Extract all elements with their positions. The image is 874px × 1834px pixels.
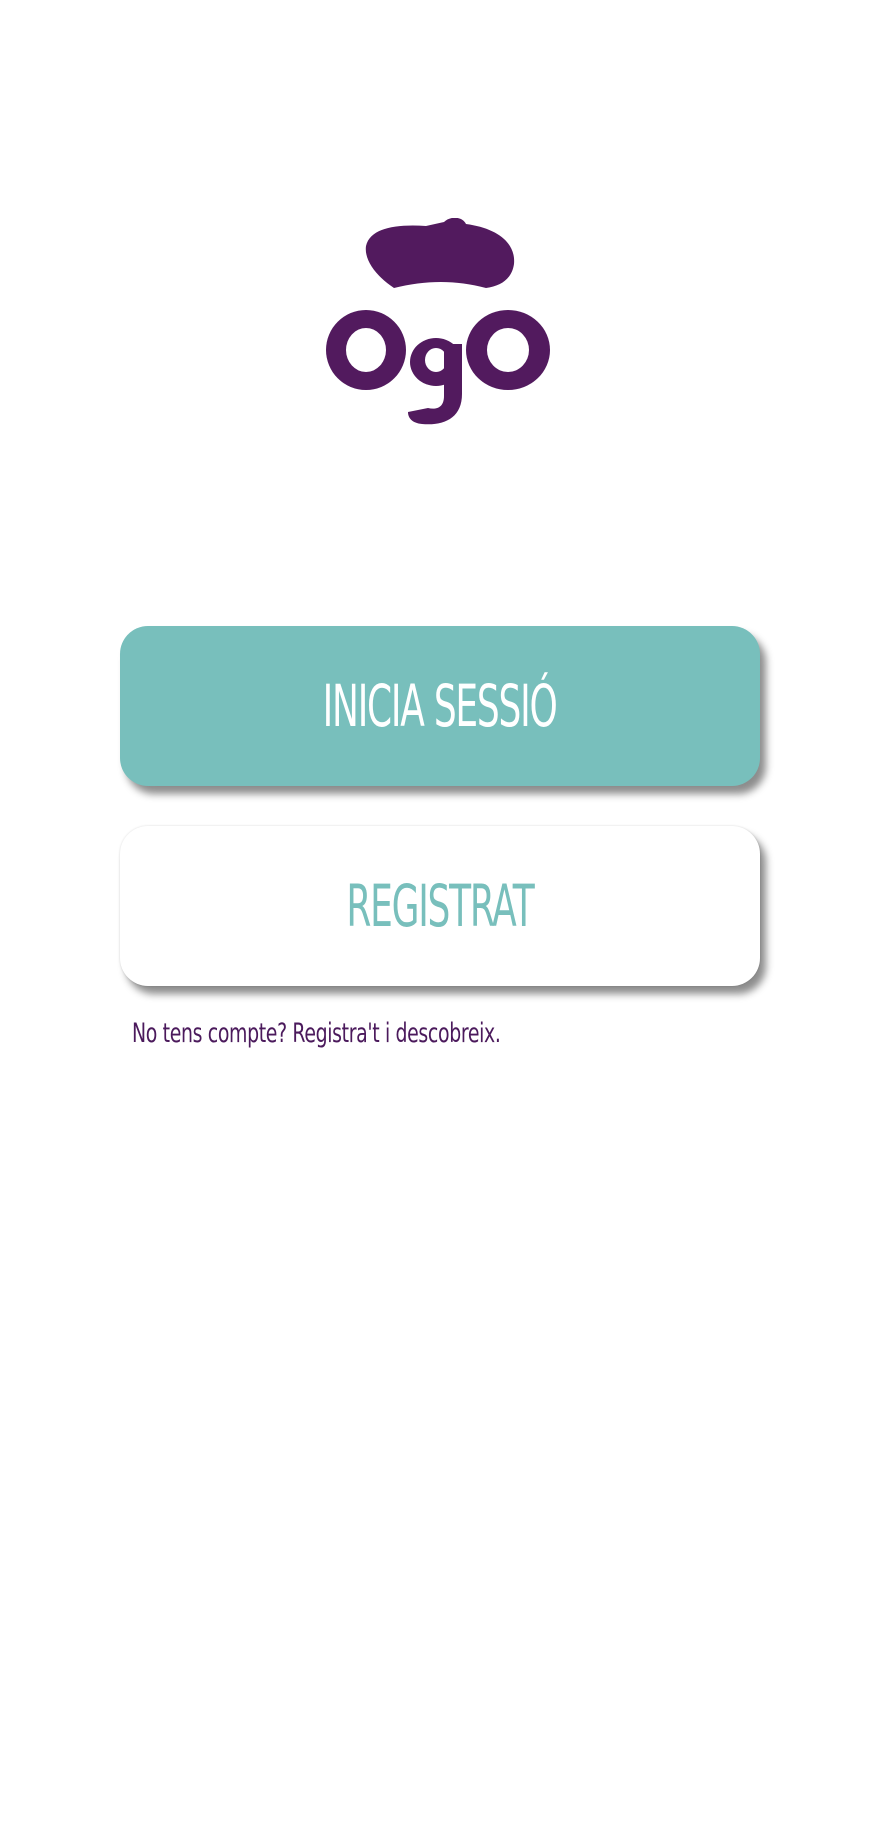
register-button[interactable]: REGISTRAT [120,826,760,986]
signup-hint-text: No tens compte? Registra't i descobreix. [132,1018,501,1049]
beret-logo-icon [326,217,550,425]
login-button-label: INICIA SESSIÓ [323,672,558,740]
register-button-label: REGISTRAT [346,872,534,940]
login-button[interactable]: INICIA SESSIÓ [120,626,760,786]
app-logo [326,217,550,428]
